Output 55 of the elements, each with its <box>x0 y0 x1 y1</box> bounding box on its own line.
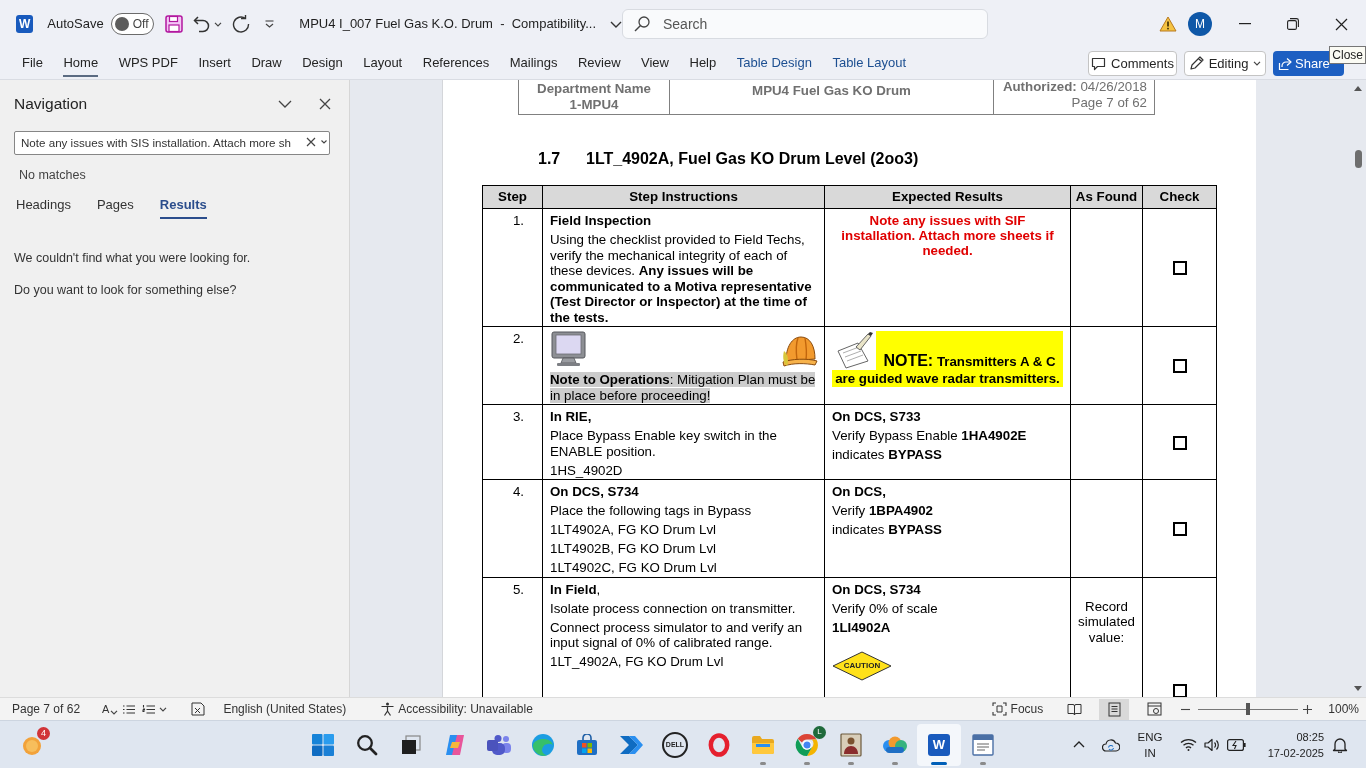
instruction-text: 1LT_4902A, FG KO Drum Lvl <box>550 654 724 670</box>
instruction-text: Field Inspection <box>550 213 652 229</box>
expected-text: On DCS, S734 <box>832 581 921 597</box>
instruction-text: In RIE, <box>550 409 592 425</box>
step-number: 1. <box>512 213 524 228</box>
result-message: Do you want to look for something else? <box>14 281 238 299</box>
header-text: 1-MPU4 <box>569 97 619 113</box>
instruction-text: Note to Operations: Mitigation Plan must be in place before proceeding! <box>550 372 817 403</box>
header-text: Department Name <box>537 81 651 97</box>
column-header: Check <box>1142 185 1217 209</box>
instruction-text: 1LT4902B, FG KO Drum Lvl <box>550 541 717 557</box>
autosave-label: AutoSave <box>47 15 104 34</box>
header-text: Authorized: 04/26/2018 <box>1002 80 1147 93</box>
instruction-text: In Field, <box>550 581 601 597</box>
expected-text: Verify Bypass Enable 1HA4902E <box>832 428 1027 444</box>
instruction-text: Place the following tags in Bypass <box>550 503 752 519</box>
expected-text: indicates BYPASS <box>832 447 942 463</box>
section-number: 1.7 <box>538 149 562 169</box>
caution-sign: CAUTION <box>832 651 892 681</box>
expected-text: On DCS, <box>832 484 886 500</box>
instruction-text: Using the checklist provided to Field Techs, verify the mechanical integrity of each of these devices. Any issues will be communicated to a Motiva representative (Test Director or Inspector) at the time of the tests. <box>550 232 813 325</box>
expected-text: On DCS, S733 <box>832 409 921 425</box>
pane-title: Navigation <box>14 94 88 115</box>
as-found-text: Record simulated value: <box>1077 598 1136 645</box>
column-header: As Found <box>1070 185 1143 209</box>
expected-text: 1LI4902A <box>832 619 891 635</box>
instruction-text: 1LT4902C, FG KO Drum Lvl <box>550 560 717 576</box>
warning-text: Note any issues with SIF installation. Attach more sheets if needed. <box>840 213 1055 258</box>
search-status: No matches <box>19 167 87 184</box>
tooltip: Close <box>1329 46 1366 64</box>
instruction-text: 1HS_4902D <box>550 462 623 478</box>
step-number: 4. <box>512 484 524 499</box>
document-title: MPU4 I_007 Fuel Gas K.O. Drum - Compatibility... <box>299 15 596 34</box>
step-number: 3. <box>512 409 524 424</box>
step-number: 5. <box>512 581 524 597</box>
header-title: MPU4 Fuel Gas KO Drum <box>752 83 911 100</box>
instruction-text: 1LT4902A, FG KO Drum Lvl <box>550 522 717 538</box>
app-logo: W <box>16 15 34 33</box>
app-logo: W <box>928 733 950 756</box>
result-message: We couldn't find what you were looking for. <box>14 249 252 267</box>
column-header: Step <box>482 185 543 209</box>
instruction-text: Place Bypass Enable key switch in the ENABLE position. <box>550 428 778 459</box>
expected-text: Verify 0% of scale <box>832 600 938 616</box>
expected-text: Verify 1BPA4902 <box>832 503 933 519</box>
notification-badge: 4 <box>37 726 50 740</box>
column-header: Step Instructions <box>542 185 825 209</box>
profile-badge: L <box>813 725 826 739</box>
expected-text: indicates BYPASS <box>832 522 942 538</box>
section-heading: 1LT_4902A, Fuel Gas KO Drum Level (2oo3) <box>586 149 919 169</box>
instruction-text: On DCS, S734 <box>550 484 639 500</box>
step-number: 2. <box>512 331 524 346</box>
instruction-text: Isolate process connection on transmitter. <box>550 600 796 616</box>
instruction-text: Connect process simulator to and verify an input signal of 0% of calibrated range. <box>550 619 804 651</box>
header-text: Page 7 of 62 <box>1071 95 1147 111</box>
column-header: Expected Results <box>824 185 1071 209</box>
